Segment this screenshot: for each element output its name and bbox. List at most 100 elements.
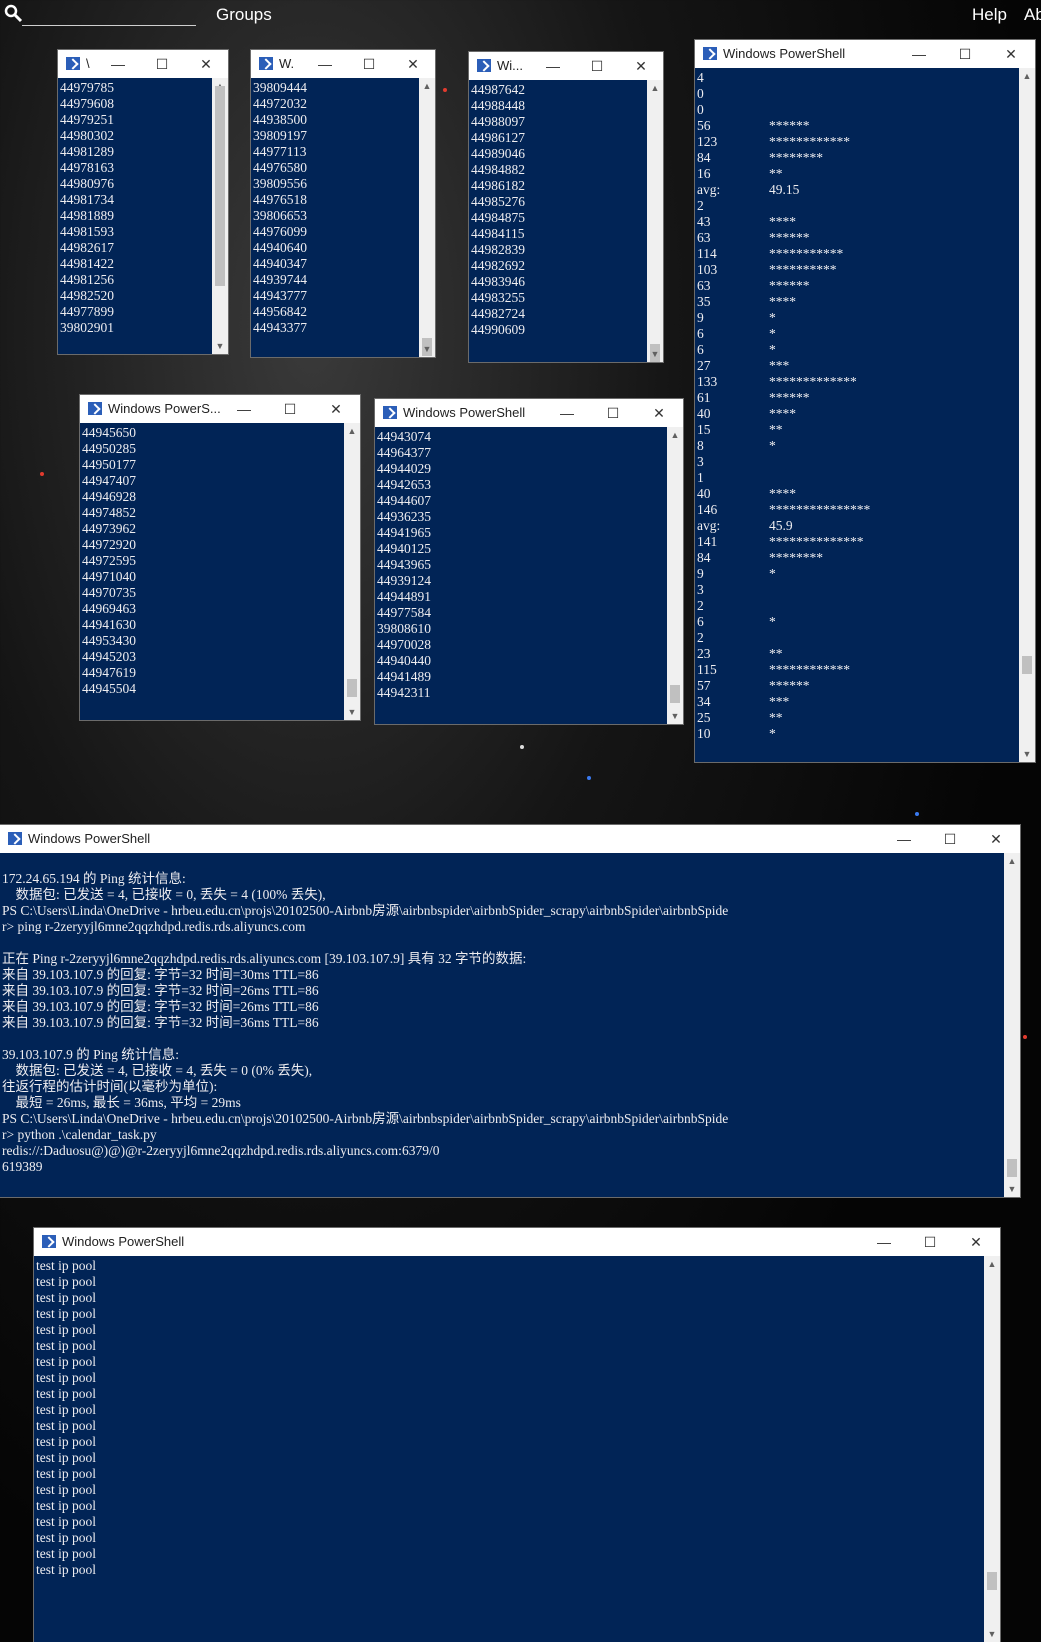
console-output[interactable]: 39809444 44972032 44938500 39809197 44977113… [253, 80, 417, 357]
scroll-thumb[interactable] [215, 86, 225, 286]
output-line: 44941965 [377, 525, 431, 540]
scroll-up-arrow-icon[interactable]: ▲ [984, 1256, 1000, 1272]
console-output[interactable]: 172.24.65.194 的 Ping 统计信息: 数据包: 已发送 = 4,… [2, 855, 1002, 1197]
help-menu[interactable]: Help [972, 5, 1007, 25]
scroll-up-arrow-icon[interactable]: ▲ [344, 423, 360, 439]
powershell-window-6[interactable]: Windows PowerShell — ☐ ✕ 44943074 44964377 449… [375, 399, 683, 724]
histogram-bar: * [769, 342, 776, 357]
powershell-window-1[interactable]: \ — ☐ ✕ 44979785 44979608 44979251 44980302 4498… [58, 50, 228, 354]
maximize-button[interactable]: ☐ [347, 50, 391, 78]
minimize-button[interactable]: — [897, 40, 941, 68]
maximize-button[interactable]: ☐ [268, 395, 312, 423]
scrollbar[interactable]: ▲▼ [667, 427, 683, 724]
output-line: 44950285 [82, 441, 136, 456]
minimize-button[interactable]: — [531, 52, 575, 80]
groups-menu[interactable]: Groups [216, 5, 272, 25]
scrollbar[interactable]: ▲▼ [1019, 68, 1035, 762]
scroll-down-arrow-icon[interactable]: ▼ [984, 1626, 1000, 1642]
scrollbar[interactable]: ▲▼ [984, 1256, 1000, 1642]
title-bar[interactable]: Wi... — ☐ ✕ [469, 52, 663, 80]
output-line: 84 ******** [697, 150, 1017, 166]
console-output[interactable]: 44945650 44950285 44950177 44947407 44946928… [82, 425, 342, 720]
title-bar[interactable]: Windows PowerShell — ☐ ✕ [375, 399, 683, 427]
output-line: 44989046 [471, 146, 525, 161]
scrollbar[interactable]: ▲▼ [419, 78, 435, 357]
scroll-up-arrow-icon[interactable]: ▲ [1019, 68, 1035, 84]
maximize-button[interactable]: ☐ [928, 825, 972, 853]
console-output[interactable]: test ip pool test ip pool test ip pool test… [36, 1258, 982, 1642]
scroll-down-arrow-icon[interactable]: ▼ [1019, 746, 1035, 762]
output-line: 往返行程的估计时间(以毫秒为单位): [2, 1079, 218, 1094]
powershell-window-2[interactable]: W. — ☐ ✕ 39809444 44972032 44938500 39809197 449… [251, 50, 435, 357]
output-line: avg: 49.15 [697, 182, 1017, 198]
title-bar[interactable]: Windows PowerS... — ☐ ✕ [80, 395, 360, 423]
scrollbar[interactable]: ▲▼ [647, 80, 663, 362]
powershell-window-7[interactable]: Windows PowerShell — ☐ ✕ 172.24.65.194 的 Pin… [0, 825, 1020, 1197]
scroll-up-arrow-icon[interactable]: ▲ [1004, 853, 1020, 869]
close-button[interactable]: ✕ [619, 52, 663, 80]
close-button[interactable]: ✕ [989, 40, 1033, 68]
count-value: avg: [697, 182, 721, 197]
output-line: 9 * [697, 310, 1017, 326]
scroll-down-arrow-icon[interactable]: ▼ [212, 338, 228, 354]
title-bar[interactable]: Windows PowerShell — ☐ ✕ [695, 40, 1035, 68]
output-line: 0 [697, 86, 1017, 102]
maximize-button[interactable]: ☐ [140, 50, 184, 78]
scroll-thumb[interactable] [1022, 656, 1032, 674]
search-input[interactable] [22, 25, 196, 26]
powershell-window-4[interactable]: Windows PowerShell — ☐ ✕ 4 0 0 56 ****** 123 *****… [695, 40, 1035, 762]
scroll-thumb[interactable] [1007, 1159, 1017, 1177]
scroll-down-arrow-icon[interactable]: ▼ [419, 341, 435, 357]
scroll-down-arrow-icon[interactable]: ▼ [1004, 1181, 1020, 1197]
close-button[interactable]: ✕ [954, 1228, 998, 1256]
close-button[interactable]: ✕ [637, 399, 681, 427]
close-button[interactable]: ✕ [391, 50, 435, 78]
scroll-up-arrow-icon[interactable]: ▲ [419, 78, 435, 94]
scroll-thumb[interactable] [987, 1572, 997, 1590]
scroll-down-arrow-icon[interactable]: ▼ [344, 704, 360, 720]
search-icon[interactable] [4, 4, 24, 24]
console-output[interactable]: 4 0 0 56 ****** 123 ************ 84 ******** 16 **… [697, 70, 1017, 762]
maximize-button[interactable]: ☐ [591, 399, 635, 427]
title-bar[interactable]: Windows PowerShell — ☐ ✕ [34, 1228, 1000, 1256]
maximize-button[interactable]: ☐ [943, 40, 987, 68]
scroll-up-arrow-icon[interactable]: ▲ [667, 427, 683, 443]
close-button[interactable]: ✕ [974, 825, 1018, 853]
title-bar[interactable]: W. — ☐ ✕ [251, 50, 435, 78]
scrollbar[interactable]: ▲▼ [1004, 853, 1020, 1197]
minimize-button[interactable]: — [882, 825, 926, 853]
output-line: test ip pool [36, 1306, 96, 1321]
console-output[interactable]: 44987642 44988448 44988097 44986127 44989046… [471, 82, 645, 362]
scroll-down-arrow-icon[interactable]: ▼ [667, 708, 683, 724]
output-line: 44986127 [471, 130, 525, 145]
minimize-button[interactable]: — [545, 399, 589, 427]
count-value: 61 [697, 390, 711, 405]
about-menu[interactable]: Ab [1024, 5, 1041, 25]
output-line: 44947619 [82, 665, 136, 680]
scroll-thumb[interactable] [347, 679, 357, 697]
powershell-window-5[interactable]: Windows PowerS... — ☐ ✕ 44945650 44950285 4495… [80, 395, 360, 720]
scrollbar[interactable]: ▲▼ [344, 423, 360, 720]
maximize-button[interactable]: ☐ [575, 52, 619, 80]
powershell-window-8[interactable]: Windows PowerShell — ☐ ✕ test ip pool test ip… [34, 1228, 1000, 1642]
maximize-button[interactable]: ☐ [908, 1228, 952, 1256]
histogram-bar: ************ [769, 134, 850, 149]
count-value: 1 [697, 470, 704, 485]
console-output[interactable]: 44979785 44979608 44979251 44980302 44981289… [60, 80, 210, 354]
scroll-down-arrow-icon[interactable]: ▼ [647, 346, 663, 362]
console-output[interactable]: 44943074 44964377 44944029 44942653 44944607… [377, 429, 665, 724]
minimize-button[interactable]: — [222, 395, 266, 423]
output-line: 40 **** [697, 486, 1017, 502]
minimize-button[interactable]: — [862, 1228, 906, 1256]
minimize-button[interactable]: — [303, 50, 347, 78]
title-bar[interactable]: \ — ☐ ✕ [58, 50, 228, 78]
output-line: 172.24.65.194 的 Ping 统计信息: [2, 871, 186, 886]
title-bar[interactable]: Windows PowerShell — ☐ ✕ [0, 825, 1020, 853]
close-button[interactable]: ✕ [184, 50, 228, 78]
scroll-up-arrow-icon[interactable]: ▲ [647, 80, 663, 96]
powershell-window-3[interactable]: Wi... — ☐ ✕ 44987642 44988448 44988097 44986127… [469, 52, 663, 362]
scrollbar[interactable]: ▲▼ [212, 78, 228, 354]
minimize-button[interactable]: — [96, 50, 140, 78]
close-button[interactable]: ✕ [314, 395, 358, 423]
scroll-thumb[interactable] [670, 685, 680, 703]
